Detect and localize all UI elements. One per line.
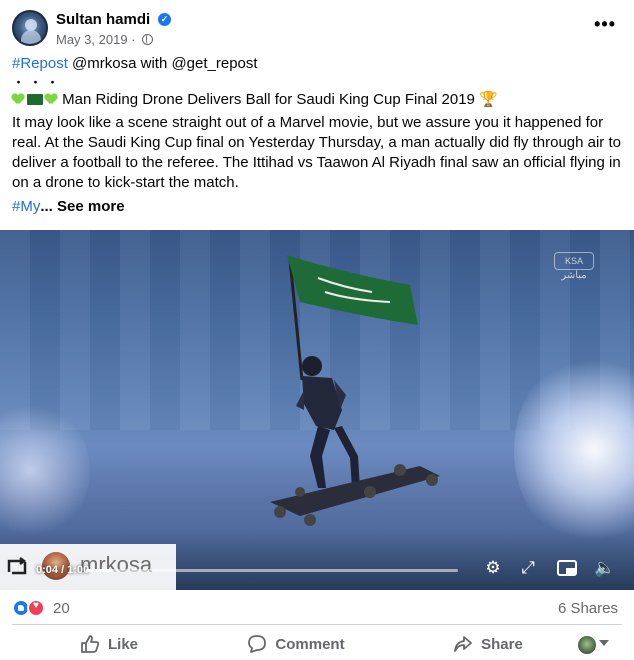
trophy-emoji-icon: 🏆	[479, 91, 498, 108]
comment-icon	[248, 635, 267, 653]
audience-avatar	[578, 636, 596, 654]
thumbs-up-icon	[81, 635, 100, 653]
green-heart-emoji-icon	[45, 90, 58, 110]
meta-separator: ·	[131, 32, 136, 47]
like-label: Like	[107, 635, 138, 653]
volume-icon[interactable]: 🔈	[594, 557, 616, 579]
video-player[interactable]: KSA مباشر mrkosa 0:04 / 1:00 ⚙ ⤢ 🔈	[0, 230, 634, 590]
divider	[12, 624, 622, 625]
see-more-line: #My... See more	[12, 197, 622, 217]
picture-in-picture-icon[interactable]	[556, 557, 578, 579]
action-bar: Like Comment Share	[12, 628, 622, 660]
video-time: 0:04 / 1:00	[36, 564, 90, 576]
audience-selector[interactable]	[578, 636, 609, 654]
hashtag-my[interactable]: #My	[12, 198, 40, 215]
share-arrow-icon	[454, 636, 473, 652]
share-button[interactable]: Share	[438, 628, 538, 660]
hashtag-repost[interactable]: #Repost	[12, 55, 68, 72]
headline-line: Man Riding Drone Delivers Ball for Saudi…	[12, 90, 622, 110]
globe-icon	[142, 34, 154, 45]
headline-text: Man Riding Drone Delivers Ball for Saudi…	[58, 91, 480, 108]
more-options-icon[interactable]: •••	[594, 14, 616, 35]
post-text: #Repost @mrkosa with @get_repost ・・・ Man…	[12, 54, 622, 217]
post-meta: May 3, 2019 ·	[56, 32, 154, 47]
fullscreen-icon[interactable]: ⤢	[517, 557, 539, 579]
like-button[interactable]: Like	[66, 628, 152, 660]
dots-separator: ・・・	[12, 75, 64, 90]
gear-icon[interactable]: ⚙	[482, 557, 504, 579]
repost-username: mrkosa	[80, 552, 153, 577]
saudi-flag-emoji-icon	[27, 94, 43, 105]
reactions-bar: 20 6 Shares	[12, 598, 622, 618]
share-count[interactable]: 6 Shares	[558, 600, 618, 617]
share-label: Share	[481, 635, 523, 653]
chevron-down-icon	[599, 640, 609, 646]
comment-label: Comment	[275, 635, 345, 653]
body-text: It may look like a scene straight out of…	[12, 114, 621, 191]
repost-icon	[7, 557, 27, 575]
green-heart-emoji-icon	[12, 90, 25, 110]
repost-line: #Repost @mrkosa with @get_repost	[12, 54, 622, 74]
reaction-count[interactable]: 20	[53, 600, 70, 617]
verified-badge-icon: ✓	[158, 13, 171, 26]
see-more-link[interactable]: ... See more	[40, 198, 124, 215]
video-progress-bar[interactable]	[86, 569, 458, 572]
author-name[interactable]: Sultan hamdi	[56, 11, 150, 28]
author-avatar[interactable]	[12, 10, 48, 46]
love-reaction-icon[interactable]	[27, 599, 45, 617]
repost-line-text: @mrkosa with @get_repost	[67, 55, 258, 72]
post-date[interactable]: May 3, 2019	[56, 32, 128, 47]
comment-button[interactable]: Comment	[236, 628, 356, 660]
post-header: Sultan hamdi ✓ May 3, 2019 · •••	[12, 10, 622, 50]
video-progress-fill	[86, 569, 113, 572]
post-card: Sultan hamdi ✓ May 3, 2019 · ••• #Repost…	[0, 0, 634, 660]
